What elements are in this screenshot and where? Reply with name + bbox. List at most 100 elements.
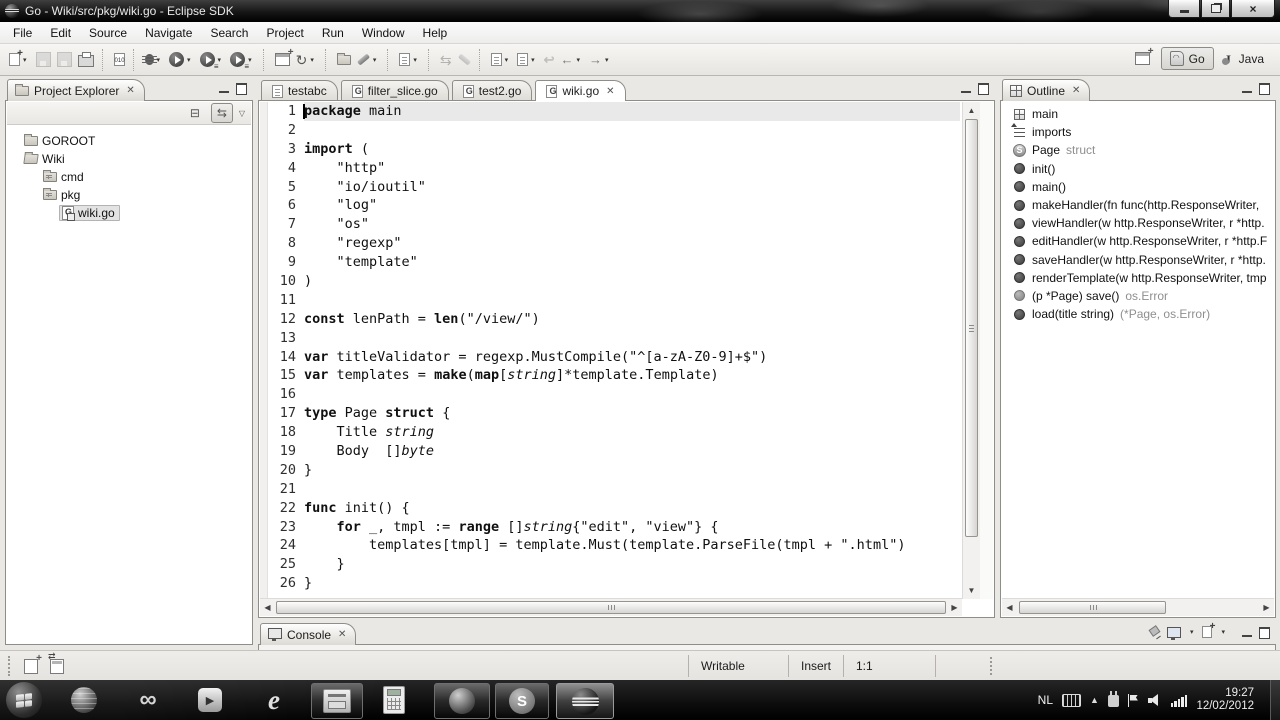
collapse-all-button[interactable]: ⊟ <box>185 104 205 122</box>
outline-item[interactable]: imports <box>1002 123 1274 141</box>
scroll-right-icon[interactable]: ▶ <box>1259 599 1274 616</box>
code-line-9[interactable]: 9 "template" <box>268 253 960 272</box>
link-with-editor-button[interactable]: ⇆ <box>210 103 233 123</box>
outline-item[interactable]: makeHandler(fn func(http.ResponseWriter, <box>1002 196 1274 214</box>
vertical-scrollbar[interactable]: ▲ ▼ <box>962 102 980 599</box>
tree-item-wiki.go[interactable]: wiki.go <box>7 204 251 222</box>
outline-item[interactable]: saveHandler(w http.ResponseWriter, r *ht… <box>1002 251 1274 269</box>
outline-item[interactable]: viewHandler(w http.ResponseWriter, r *ht… <box>1002 214 1274 232</box>
last-edit-location-button[interactable]: ↩ <box>542 50 557 70</box>
file-explorer-button[interactable] <box>311 683 363 719</box>
code-line-5[interactable]: 5 "io/ioutil" <box>268 178 960 197</box>
code-line-4[interactable]: 4 "http" <box>268 159 960 178</box>
display-console-icon[interactable] <box>1166 626 1181 640</box>
hidden-icons-chevron[interactable]: ▲ <box>1090 695 1099 705</box>
tab-outline[interactable]: Outline ✕ <box>1002 79 1091 101</box>
outline-horizontal-scrollbar[interactable]: ◀ ▶ <box>1002 598 1274 616</box>
scroll-left-icon[interactable]: ◀ <box>1002 599 1017 616</box>
menu-help[interactable]: Help <box>414 23 457 43</box>
new-wizard-button[interactable]: ▾ <box>7 48 32 68</box>
task-button[interactable]: ▾ <box>397 51 422 68</box>
menu-edit[interactable]: Edit <box>41 23 80 43</box>
restore-button[interactable] <box>1201 0 1230 18</box>
editor-tab-wiki.go[interactable]: wiki.go ✕ <box>535 80 626 101</box>
menu-search[interactable]: Search <box>201 23 257 43</box>
code-line-2[interactable]: 2 <box>268 121 960 140</box>
language-indicator[interactable]: NL <box>1038 693 1053 707</box>
minimize-view-icon[interactable] <box>219 88 229 93</box>
menu-navigate[interactable]: Navigate <box>136 23 201 43</box>
close-view-icon[interactable]: ✕ <box>126 85 134 96</box>
tree-item-GOROOT[interactable]: GOROOT <box>7 132 251 150</box>
code-line-18[interactable]: 18 Title string <box>268 423 960 442</box>
menu-file[interactable]: File <box>4 23 41 43</box>
code-line-3[interactable]: 3 import ( <box>268 140 960 159</box>
next-annotation-button[interactable]: ▾ <box>489 51 514 68</box>
open-perspective-button[interactable] <box>1133 46 1154 67</box>
outline-item[interactable]: main <box>1002 105 1274 123</box>
code-line-15[interactable]: 15 var templates = make(map[string]*templ… <box>268 366 960 385</box>
outline-scrollbar-thumb[interactable] <box>1019 601 1166 614</box>
show-desktop-button[interactable] <box>1270 680 1280 720</box>
code-line-12[interactable]: 12 const lenPath = len("/view/") <box>268 310 960 329</box>
refresh-button[interactable]: ↻ ▾ <box>294 51 319 69</box>
clock[interactable]: 19:27 12/02/2012 <box>1196 687 1254 713</box>
minimize-view-icon[interactable] <box>1242 632 1252 637</box>
code-line-14[interactable]: 14 var titleValidator = regexp.MustCompil… <box>268 348 960 367</box>
start-button[interactable] <box>6 682 42 718</box>
close-tab-icon[interactable]: ✕ <box>606 86 614 97</box>
new-project-button[interactable] <box>273 47 294 68</box>
code-line-19[interactable]: 19 Body []byte <box>268 442 960 461</box>
outline-item[interactable]: renderTemplate(w http.ResponseWriter, tm… <box>1002 269 1274 287</box>
close-button[interactable]: × <box>1231 0 1275 18</box>
network-signal-icon[interactable] <box>1170 694 1188 707</box>
horizontal-scrollbar-thumb[interactable] <box>276 601 946 614</box>
code-line-1[interactable]: 1 package main <box>268 102 960 121</box>
tree-item-Wiki[interactable]: Wiki <box>7 150 251 168</box>
maximize-editor-icon[interactable] <box>978 83 989 95</box>
code-line-10[interactable]: 10) <box>268 272 960 291</box>
maximize-view-icon[interactable] <box>1259 627 1270 639</box>
code-line-20[interactable]: 20} <box>268 461 960 480</box>
close-view-icon[interactable]: ✕ <box>338 629 346 640</box>
back-button[interactable]: ← ▾ <box>559 50 586 69</box>
skype-button[interactable]: S <box>495 683 549 719</box>
menu-project[interactable]: Project <box>257 23 312 43</box>
maximize-view-icon[interactable] <box>1259 83 1270 95</box>
run-history-button[interactable]: ▾ <box>198 50 227 71</box>
menu-run[interactable]: Run <box>313 23 353 43</box>
code-line-8[interactable]: 8 "regexp" <box>268 234 960 253</box>
debug-button[interactable]: ▾ <box>141 52 166 67</box>
menu-source[interactable]: Source <box>80 23 136 43</box>
code-line-13[interactable]: 13 <box>268 329 960 348</box>
outline-item[interactable]: main() <box>1002 178 1274 196</box>
format-button[interactable] <box>456 53 473 66</box>
code-line-22[interactable]: 22 func init() { <box>268 499 960 518</box>
internet-explorer-icon[interactable]: e <box>252 683 296 717</box>
code-line-26[interactable]: 26} <box>268 574 960 593</box>
profile-button[interactable]: ▾ <box>228 50 257 71</box>
binary-file-button[interactable] <box>112 51 127 68</box>
volume-icon[interactable] <box>1147 694 1162 706</box>
tab-project-explorer[interactable]: Project Explorer ✕ <box>7 79 145 101</box>
editor-tab-testabc[interactable]: testabc <box>261 80 338 101</box>
scroll-left-icon[interactable]: ◀ <box>260 599 275 616</box>
view-switch-icon[interactable] <box>48 651 64 674</box>
firefox-button[interactable] <box>434 683 490 719</box>
scroll-down-icon[interactable]: ▼ <box>963 583 980 598</box>
code-line-24[interactable]: 24 templates[tmpl] = template.Must(templ… <box>268 536 960 555</box>
code-line-25[interactable]: 25 } <box>268 555 960 574</box>
outline-item[interactable]: (p *Page) save() os.Error <box>1002 287 1274 305</box>
outline-item[interactable]: init() <box>1002 160 1274 178</box>
power-icon[interactable] <box>1107 691 1119 707</box>
keyboard-icon[interactable] <box>1062 693 1082 707</box>
scroll-right-icon[interactable]: ▶ <box>947 599 962 616</box>
search-button[interactable]: ▾ <box>355 53 382 66</box>
horizontal-scrollbar[interactable]: ◀ ▶ <box>260 598 962 616</box>
media-player-icon[interactable]: ▶ <box>188 683 232 717</box>
outline-item[interactable]: Page struct <box>1002 141 1274 159</box>
minimize-view-icon[interactable] <box>1242 88 1252 93</box>
code-editor[interactable]: 1 package main 2 3 import (4 "http" 5 "io/iou… <box>268 102 960 599</box>
tree-item-cmd[interactable]: cmd <box>7 168 251 186</box>
code-line-16[interactable]: 16 <box>268 385 960 404</box>
